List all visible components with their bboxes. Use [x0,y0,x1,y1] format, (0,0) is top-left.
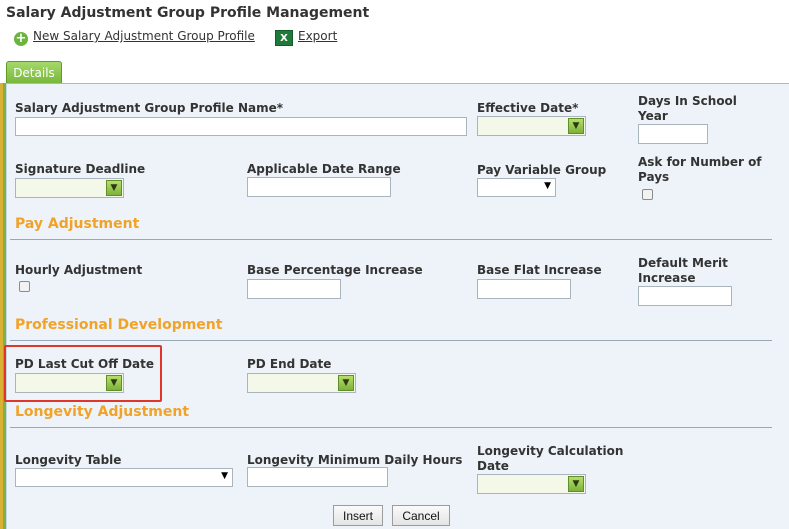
profile-name-label: Salary Adjustment Group Profile Name* [15,101,284,115]
pay-variable-group-select[interactable]: ▼ [477,178,556,197]
default-merit-increase-input[interactable] [638,286,732,306]
pd-last-cut-off-date-picker[interactable]: ▼ [15,373,124,393]
section-divider [10,427,772,428]
base-percentage-increase-input[interactable] [247,279,341,299]
hourly-adjustment-checkbox[interactable] [19,281,30,292]
chevron-down-icon: ▼ [221,471,228,481]
calendar-dropdown-icon[interactable]: ▼ [106,180,122,196]
export-link[interactable]: X Export [275,27,338,46]
base-flat-increase-input[interactable] [477,279,571,299]
pay-variable-group-label: Pay Variable Group [477,163,607,177]
chevron-down-icon: ▼ [544,181,551,191]
export-label: Export [298,29,338,43]
applicable-date-range-label: Applicable Date Range [247,162,401,176]
tab-details[interactable]: Details [6,61,62,83]
excel-icon: X [275,30,293,46]
calendar-dropdown-icon[interactable]: ▼ [338,375,354,391]
effective-date-label: Effective Date* [477,101,579,115]
section-pay-adjustment: Pay Adjustment [15,216,140,232]
longevity-calculation-date-label: Longevity Calculation Date [477,444,624,473]
longevity-table-label: Longevity Table [15,453,122,467]
applicable-date-range-input[interactable] [247,177,391,197]
days-in-school-year-input[interactable] [638,124,708,144]
pd-end-date-picker[interactable]: ▼ [247,373,356,393]
section-longevity-adjustment: Longevity Adjustment [15,404,190,420]
calendar-dropdown-icon[interactable]: ▼ [568,118,584,134]
base-percentage-increase-label: Base Percentage Increase [247,263,423,277]
section-divider [10,340,772,341]
longevity-min-daily-hours-input[interactable] [247,467,388,487]
pd-last-cut-off-date-label: PD Last Cut Off Date [15,357,155,371]
signature-deadline-picker[interactable]: ▼ [15,178,124,198]
days-in-school-year-label: Days In School Year [638,94,737,123]
calendar-dropdown-icon[interactable]: ▼ [106,375,122,391]
profile-name-input[interactable] [15,117,467,136]
effective-date-picker[interactable]: ▼ [477,116,586,136]
base-flat-increase-label: Base Flat Increase [477,263,602,277]
insert-button[interactable]: Insert [333,505,383,526]
signature-deadline-label: Signature Deadline [15,162,146,176]
section-divider [10,239,772,240]
cancel-button[interactable]: Cancel [392,505,450,526]
longevity-calculation-date-picker[interactable]: ▼ [477,474,586,494]
ask-number-of-pays-label: Ask for Number of Pays [638,155,762,184]
section-professional-development: Professional Development [15,317,223,333]
calendar-dropdown-icon[interactable]: ▼ [568,476,584,492]
new-profile-link[interactable]: + New Salary Adjustment Group Profile [14,27,255,46]
new-profile-label: New Salary Adjustment Group Profile [33,29,255,43]
hourly-adjustment-label: Hourly Adjustment [15,263,143,277]
longevity-min-daily-hours-label: Longevity Minimum Daily Hours [247,453,463,467]
page-title: Salary Adjustment Group Profile Manageme… [6,5,370,21]
default-merit-increase-label: Default Merit Increase [638,256,728,285]
ask-number-of-pays-checkbox[interactable] [642,189,653,200]
longevity-table-select[interactable]: ▼ [15,468,233,487]
plus-circle-icon: + [14,31,28,46]
pd-end-date-label: PD End Date [247,357,332,371]
